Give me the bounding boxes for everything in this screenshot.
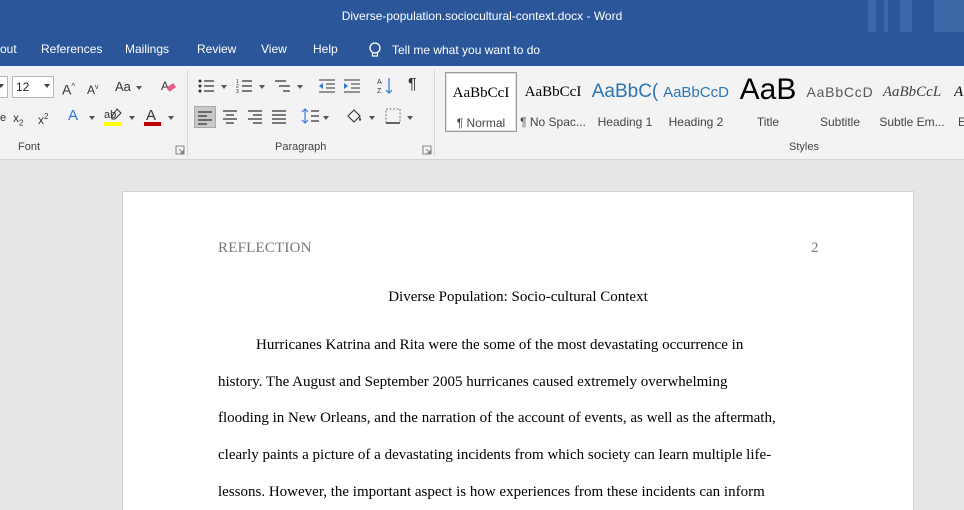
- document-title: Diverse Population: Socio-cultural Conte…: [388, 289, 648, 305]
- sort-icon[interactable]: AZ: [377, 76, 393, 100]
- svg-text:A: A: [146, 107, 156, 124]
- superscript-icon[interactable]: x2: [38, 109, 48, 128]
- numbering-icon[interactable]: 123: [236, 78, 254, 98]
- chevron-down-icon[interactable]: [369, 116, 375, 120]
- style-preview: AaBbC(: [591, 81, 659, 102]
- chevron-down-icon[interactable]: [129, 116, 135, 120]
- group-separator: [434, 70, 435, 156]
- paragraph-line: history. The August and September 2005 h…: [218, 374, 728, 390]
- chevron-down-icon[interactable]: [407, 116, 413, 120]
- font-name-combo[interactable]: [0, 76, 8, 98]
- style-preview: AaBbCcL: [882, 84, 942, 100]
- strikethrough-icon[interactable]: e: [0, 110, 6, 126]
- tab-mailings[interactable]: Mailings: [125, 42, 169, 56]
- tab-review[interactable]: Review: [197, 42, 236, 56]
- tell-me-search[interactable]: Tell me what you want to do: [368, 42, 540, 58]
- chevron-down-icon: [0, 84, 4, 88]
- window-title: Diverse-population.sociocultural-context…: [341, 9, 623, 23]
- style-preview: AaBbCcD: [806, 84, 874, 100]
- font-group-label: Font: [18, 141, 41, 153]
- style-name: Heading 1: [597, 115, 653, 129]
- decrease-indent-icon[interactable]: [318, 78, 336, 98]
- style-heading-1[interactable]: AaBbC( Heading 1: [589, 72, 661, 132]
- chevron-down-icon[interactable]: [323, 116, 329, 120]
- highlight-color-icon[interactable]: ab: [103, 106, 125, 132]
- show-formatting-marks-icon[interactable]: ¶: [408, 77, 417, 93]
- font-color-icon[interactable]: A: [143, 106, 163, 132]
- style-preview: AaBbCcD: [663, 84, 729, 101]
- change-case-icon[interactable]: Aa: [115, 79, 131, 95]
- style-preview: A: [954, 84, 964, 100]
- svg-text:3: 3: [236, 89, 239, 94]
- style-normal[interactable]: AaBbCcI ¶ Normal: [445, 72, 517, 132]
- paragraph-line: lessons. However, the important aspect i…: [218, 484, 765, 500]
- shrink-font-icon[interactable]: Av: [87, 80, 99, 98]
- style-name: Title: [756, 115, 780, 129]
- style-subtitle[interactable]: AaBbCcD Subtitle: [804, 72, 876, 132]
- tab-layout[interactable]: out: [0, 42, 17, 56]
- running-header: REFLECTION: [218, 240, 312, 256]
- justify-icon[interactable]: [270, 107, 288, 129]
- ribbon-tab-bar: out References Mailings Review View Help…: [0, 32, 964, 66]
- paragraph-line: Hurricanes Katrina and Rita were the som…: [256, 337, 744, 353]
- page-number: 2: [811, 240, 819, 256]
- multilevel-list-icon[interactable]: [274, 78, 292, 98]
- tell-me-text: Tell me what you want to do: [392, 43, 541, 57]
- paragraph-line: flooding in New Orleans, and the narrati…: [218, 410, 776, 426]
- style-title[interactable]: AaB Title: [732, 72, 804, 132]
- dialog-launcher-icon[interactable]: [422, 142, 432, 155]
- ribbon: 12 A^ Av Aa A e x2 x2 A ab A Font 123 AZ: [0, 66, 964, 160]
- paragraph-line: clearly paints a picture of a devastatin…: [218, 447, 772, 463]
- style-name: Subtle Em...: [879, 115, 945, 129]
- chevron-down-icon[interactable]: [136, 86, 142, 90]
- style-emphasis[interactable]: A E: [948, 72, 964, 132]
- style-preview: AaB: [739, 73, 797, 106]
- chevron-down-icon[interactable]: [221, 85, 227, 89]
- style-name: ¶ No Spac...: [520, 115, 586, 129]
- align-center-icon[interactable]: [221, 107, 239, 129]
- tab-view[interactable]: View: [261, 42, 287, 56]
- style-subtle-emphasis[interactable]: AaBbCcL Subtle Em...: [876, 72, 948, 132]
- paragraph-group-label: Paragraph: [275, 141, 327, 153]
- chevron-down-icon[interactable]: [259, 85, 265, 89]
- text-effects-icon[interactable]: A: [68, 108, 78, 124]
- style-name: Heading 2: [668, 115, 724, 129]
- document-canvas: REFLECTION 2 Diverse Population: Socio-c…: [0, 160, 964, 510]
- align-right-icon[interactable]: [246, 107, 264, 129]
- bullets-icon[interactable]: [198, 78, 216, 98]
- svg-text:Z: Z: [377, 88, 382, 95]
- tab-references[interactable]: References: [41, 42, 102, 56]
- lightbulb-icon: [368, 42, 382, 58]
- styles-group-label: Styles: [789, 141, 819, 153]
- align-left-button[interactable]: [194, 106, 216, 128]
- borders-icon[interactable]: [384, 107, 402, 129]
- style-name: Subtitle: [819, 115, 861, 129]
- document-page[interactable]: REFLECTION 2 Diverse Population: Socio-c…: [122, 191, 914, 510]
- chevron-down-icon: [44, 84, 50, 88]
- svg-text:A: A: [377, 79, 382, 86]
- title-bar: Diverse-population.sociocultural-context…: [0, 0, 964, 32]
- line-spacing-icon[interactable]: [301, 106, 321, 130]
- chevron-down-icon[interactable]: [89, 116, 95, 120]
- chevron-down-icon[interactable]: [168, 116, 174, 120]
- subscript-icon[interactable]: x2: [13, 110, 23, 131]
- style-preview: AaBbCcI: [524, 84, 582, 100]
- chevron-down-icon[interactable]: [297, 85, 303, 89]
- group-separator: [187, 70, 188, 156]
- increase-indent-icon[interactable]: [343, 78, 361, 98]
- font-size-combo[interactable]: 12: [12, 76, 54, 98]
- font-size-value: 12: [16, 80, 30, 94]
- style-preview: AaBbCcI: [452, 85, 510, 101]
- shading-icon[interactable]: [345, 106, 365, 130]
- dialog-launcher-icon[interactable]: [175, 142, 185, 155]
- grow-font-icon[interactable]: A^: [62, 79, 75, 98]
- style-no-spacing[interactable]: AaBbCcI ¶ No Spac...: [517, 72, 589, 132]
- svg-text:A: A: [161, 79, 169, 93]
- tab-help[interactable]: Help: [313, 42, 338, 56]
- clear-formatting-icon[interactable]: A: [160, 78, 176, 98]
- style-name: E: [958, 115, 964, 129]
- style-heading-2[interactable]: AaBbCcD Heading 2: [660, 72, 732, 132]
- style-name: ¶ Normal: [456, 116, 506, 130]
